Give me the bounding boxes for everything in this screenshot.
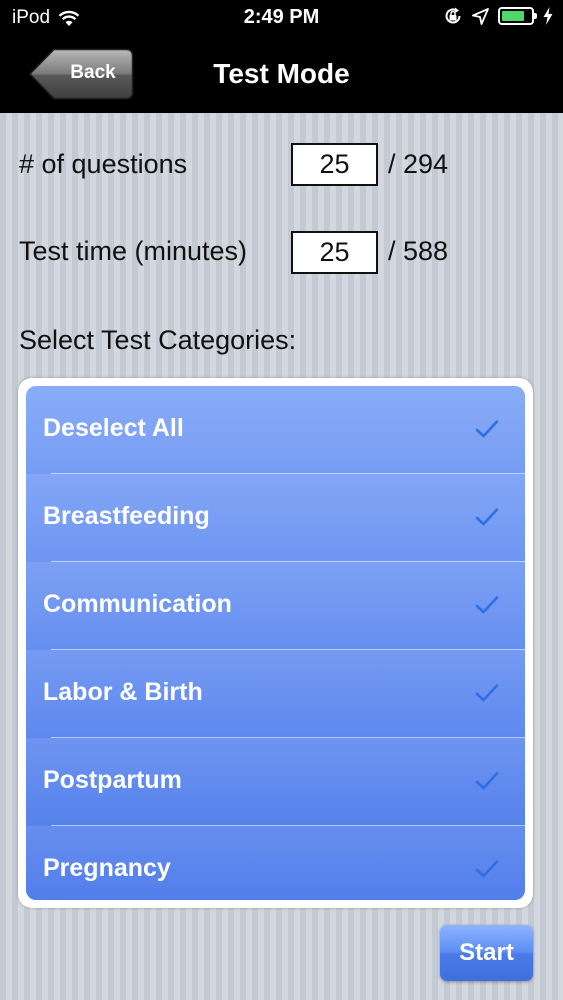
checkmark-icon — [475, 860, 499, 878]
questions-total: / 294 — [388, 149, 449, 179]
category-item-breastfeeding[interactable]: Breastfeeding — [26, 474, 525, 562]
battery-icon — [498, 7, 537, 25]
checkmark-icon — [475, 596, 499, 614]
category-item-pregnancy[interactable]: Pregnancy — [26, 826, 525, 900]
category-list[interactable]: Deselect All Breastfeeding Communication… — [26, 386, 525, 900]
status-indicators — [443, 6, 553, 26]
category-panel: Deselect All Breastfeeding Communication… — [18, 378, 533, 908]
test-time-total: / 588 — [388, 236, 449, 266]
category-label: Pregnancy — [43, 854, 171, 882]
category-item-postpartum[interactable]: Postpartum — [26, 738, 525, 826]
charging-bolt-icon — [543, 7, 553, 25]
test-time-input[interactable] — [291, 231, 378, 274]
category-label: Postpartum — [43, 766, 182, 794]
category-label: Breastfeeding — [43, 502, 210, 530]
category-item-labor-birth[interactable]: Labor & Birth — [26, 650, 525, 738]
category-label: Deselect All — [43, 414, 184, 442]
checkmark-icon — [475, 684, 499, 702]
questions-label: # of questions — [19, 149, 188, 179]
nav-bar: Back Test Mode — [0, 36, 563, 113]
orientation-lock-icon — [445, 7, 461, 24]
category-label: Communication — [43, 590, 232, 618]
status-bar: iPod 2:49 PM — [0, 0, 563, 36]
location-arrow-icon — [472, 7, 489, 25]
checkmark-icon — [475, 508, 499, 526]
checkmark-icon — [475, 420, 499, 438]
page-title: Test Mode — [213, 58, 350, 89]
categories-heading: Select Test Categories: — [19, 325, 297, 355]
battery-tip — [534, 13, 537, 19]
questions-input[interactable] — [291, 143, 378, 186]
category-item-communication[interactable]: Communication — [26, 562, 525, 650]
test-time-label: Test time (minutes) — [19, 236, 248, 266]
start-button[interactable]: Start — [440, 925, 533, 981]
battery-level — [502, 11, 525, 21]
category-item-deselect-all[interactable]: Deselect All — [26, 386, 525, 474]
category-label: Labor & Birth — [43, 678, 203, 706]
checkmark-icon — [475, 772, 499, 790]
